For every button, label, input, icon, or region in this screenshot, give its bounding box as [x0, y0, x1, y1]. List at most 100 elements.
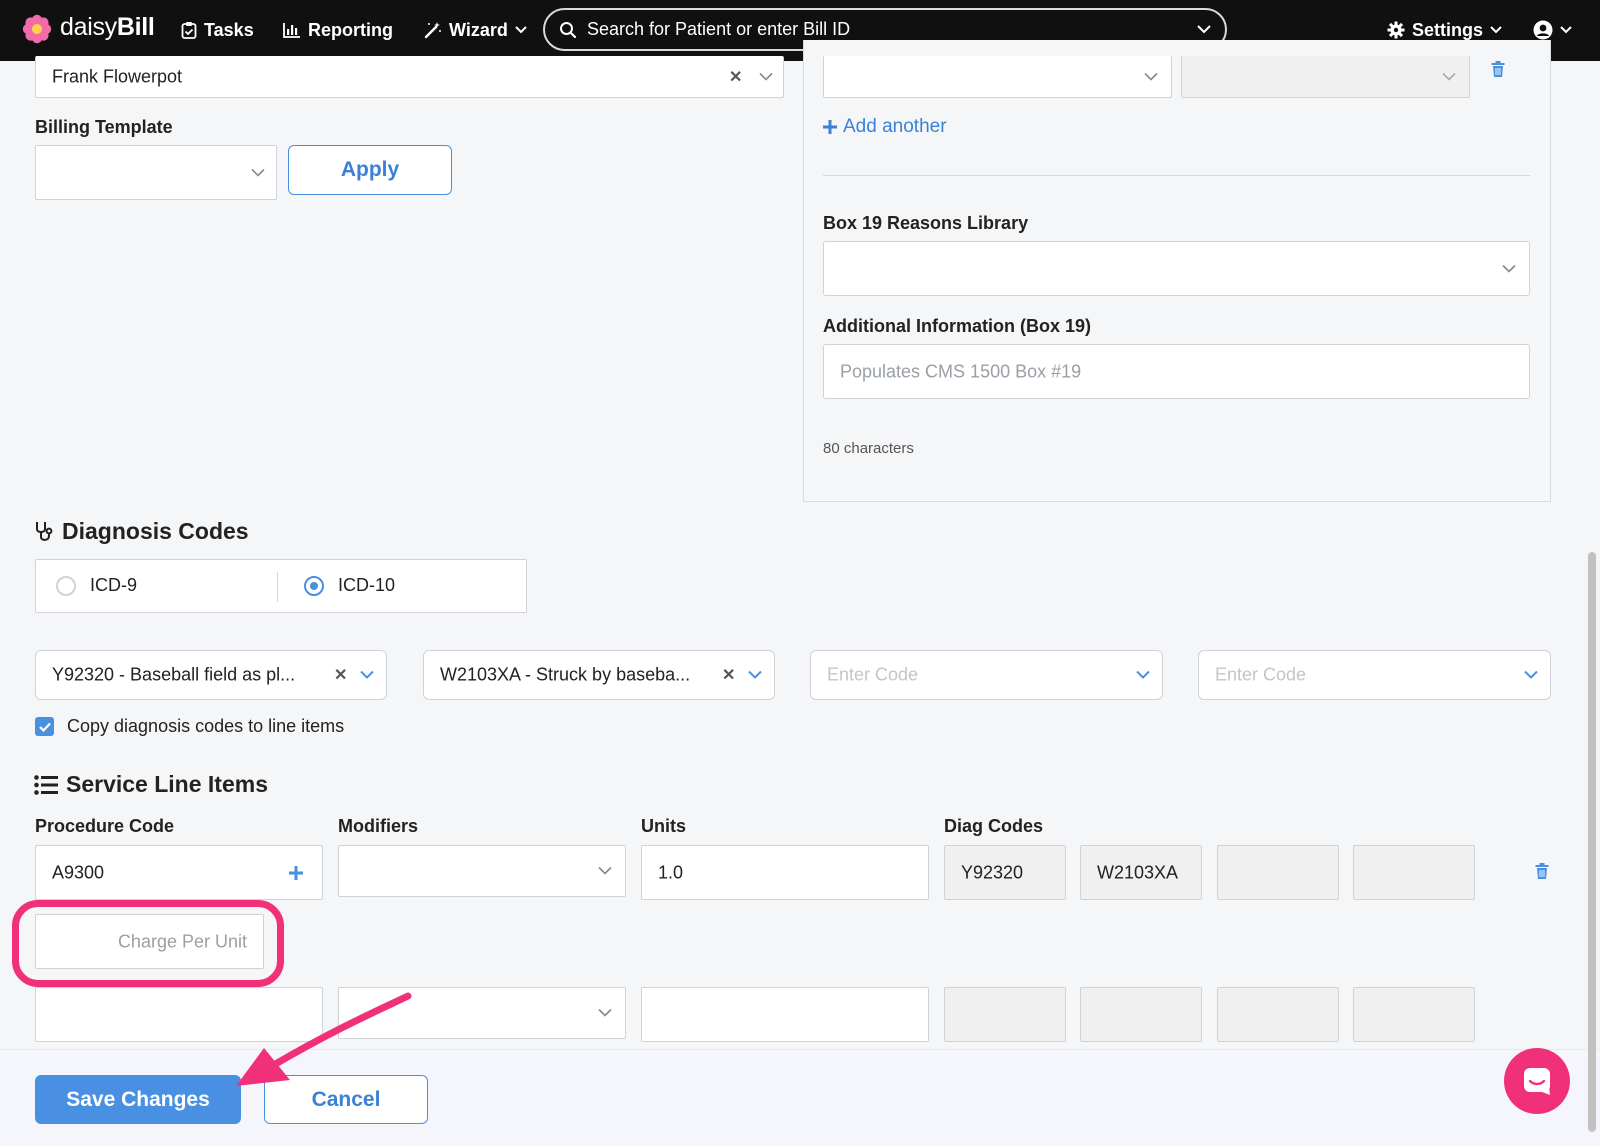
- list-icon: [34, 774, 58, 795]
- diag-code-pointer-4[interactable]: [1353, 987, 1475, 1042]
- icd9-option[interactable]: ICD-9: [56, 575, 137, 596]
- diagnosis-code-4-select[interactable]: Enter Code: [1198, 650, 1551, 700]
- modifiers-select[interactable]: [338, 845, 626, 897]
- char-count: 80 characters: [823, 440, 914, 457]
- copy-diagnosis-checkbox-row[interactable]: Copy diagnosis codes to line items: [35, 716, 344, 737]
- enter-code-placeholder: Enter Code: [827, 664, 919, 685]
- save-changes-button[interactable]: Save Changes: [35, 1075, 241, 1124]
- nav-tasks[interactable]: Tasks: [181, 17, 254, 43]
- additional-info-input[interactable]: Populates CMS 1500 Box #19: [823, 344, 1530, 399]
- chevron-down-icon: [515, 26, 527, 34]
- service-line-items-title: Service Line Items: [66, 771, 268, 797]
- magic-wand-icon: [424, 22, 441, 39]
- divider: [277, 572, 278, 602]
- nav-tasks-label: Tasks: [204, 19, 254, 40]
- diagnosis-code-3-select[interactable]: Enter Code: [810, 650, 1163, 700]
- procedure-code-header: Procedure Code: [35, 816, 175, 836]
- chevron-down-icon: [1442, 72, 1456, 81]
- chat-icon: [1524, 1068, 1550, 1095]
- units-input[interactable]: 1.0: [641, 845, 929, 900]
- clipboard-check-icon: [181, 22, 197, 39]
- diagnosis-code-1-select[interactable]: Y92320 - Baseball field as pl... ✕: [35, 650, 387, 700]
- chevron-down-icon[interactable]: [360, 670, 374, 680]
- bar-chart-icon: [283, 23, 300, 38]
- trash-icon[interactable]: [1535, 863, 1549, 879]
- procedure-code-value: A9300: [52, 862, 105, 882]
- icd-version-toggle: ICD-9 ICD-10: [35, 559, 527, 613]
- additional-info-label: Additional Information (Box 19): [823, 316, 1091, 336]
- diag-code-pointer-1[interactable]: [944, 987, 1066, 1042]
- chevron-down-icon: [1560, 26, 1572, 34]
- nav-reporting-label: Reporting: [308, 19, 393, 40]
- checkbox-checked[interactable]: [35, 717, 54, 736]
- icd10-option[interactable]: ICD-10: [304, 575, 395, 596]
- clear-icon[interactable]: ✕: [334, 665, 347, 685]
- reference-select-1[interactable]: [823, 56, 1172, 98]
- add-another-label: Add another: [843, 116, 947, 137]
- enter-code-placeholder: Enter Code: [1215, 664, 1307, 685]
- diagnosis-code-2-value: W2103XA - Struck by baseba...: [440, 664, 691, 685]
- diag-code-pointer-3[interactable]: [1217, 845, 1339, 900]
- units-value: 1.0: [658, 862, 684, 882]
- arrow-annotation: [236, 992, 412, 1086]
- reference-select-2: [1181, 56, 1470, 98]
- trash-icon[interactable]: [1491, 61, 1505, 77]
- procedure-code-input[interactable]: A9300: [35, 845, 323, 900]
- units-input[interactable]: [641, 987, 929, 1042]
- diag-code-pointer-2[interactable]: W2103XA: [1080, 845, 1202, 900]
- diag-code-pointer-1-value: Y92320: [961, 862, 1024, 882]
- chevron-down-icon[interactable]: [759, 72, 773, 81]
- brand-name[interactable]: daisyBill: [60, 13, 155, 42]
- apply-button[interactable]: Apply: [288, 145, 452, 195]
- clear-icon[interactable]: ✕: [729, 67, 742, 87]
- diag-code-pointer-1[interactable]: Y92320: [944, 845, 1066, 900]
- provider-select[interactable]: Frank Flowerpot ✕: [35, 56, 784, 98]
- chevron-down-icon[interactable]: [1136, 670, 1150, 680]
- copy-diagnosis-label: Copy diagnosis codes to line items: [67, 716, 345, 736]
- chevron-down-icon: [598, 866, 612, 875]
- billing-template-select[interactable]: [35, 145, 277, 200]
- divider: [823, 175, 1530, 176]
- gear-icon: [1387, 21, 1405, 39]
- billing-template-label: Billing Template: [35, 117, 173, 137]
- radio-unchecked[interactable]: [56, 575, 76, 596]
- checkmark-icon: [38, 722, 51, 732]
- clear-icon[interactable]: ✕: [722, 665, 735, 685]
- diag-code-pointer-2[interactable]: [1080, 987, 1202, 1042]
- chevron-down-icon[interactable]: [1197, 25, 1211, 34]
- add-another-link[interactable]: Add another: [823, 116, 947, 138]
- chevron-down-icon: [1490, 26, 1502, 34]
- chevron-down-icon: [1144, 72, 1158, 81]
- user-avatar-icon: [1533, 20, 1553, 40]
- icd9-label: ICD-9: [90, 575, 138, 595]
- nav-settings-label: Settings: [1412, 19, 1484, 40]
- box19-library-select[interactable]: [823, 241, 1530, 296]
- daisy-logo-icon[interactable]: [22, 14, 52, 44]
- plus-icon[interactable]: [288, 865, 304, 881]
- units-header: Units: [641, 816, 686, 836]
- icd10-label: ICD-10: [338, 575, 396, 595]
- diagnosis-codes-title: Diagnosis Codes: [62, 518, 249, 544]
- additional-info-placeholder: Populates CMS 1500 Box #19: [840, 361, 1082, 381]
- page-scrollbar[interactable]: [1588, 552, 1596, 1132]
- box19-library-label: Box 19 Reasons Library: [823, 213, 1029, 233]
- nav-reporting[interactable]: Reporting: [283, 17, 393, 43]
- modifiers-header: Modifiers: [338, 816, 419, 836]
- diagnosis-code-2-select[interactable]: W2103XA - Struck by baseba... ✕: [423, 650, 775, 700]
- service-line-items-heading: Service Line Items: [34, 771, 268, 798]
- radio-checked[interactable]: [304, 575, 324, 596]
- diag-code-pointer-4[interactable]: [1353, 845, 1475, 900]
- search-placeholder: Search for Patient or enter Bill ID: [587, 19, 851, 39]
- diag-code-pointer-3[interactable]: [1217, 987, 1339, 1042]
- nav-wizard[interactable]: Wizard: [424, 17, 527, 43]
- stethoscope-icon: [36, 521, 53, 541]
- chevron-down-icon[interactable]: [1524, 670, 1538, 680]
- chat-launcher-button[interactable]: [1504, 1048, 1570, 1114]
- diag-codes-header: Diag Codes: [944, 816, 1044, 836]
- search-icon: [560, 21, 577, 38]
- chevron-down-icon: [1502, 264, 1516, 273]
- provider-value: Frank Flowerpot: [52, 66, 183, 86]
- chevron-down-icon: [598, 1008, 612, 1017]
- diagnosis-code-1-value: Y92320 - Baseball field as pl...: [52, 664, 296, 685]
- chevron-down-icon[interactable]: [748, 670, 762, 680]
